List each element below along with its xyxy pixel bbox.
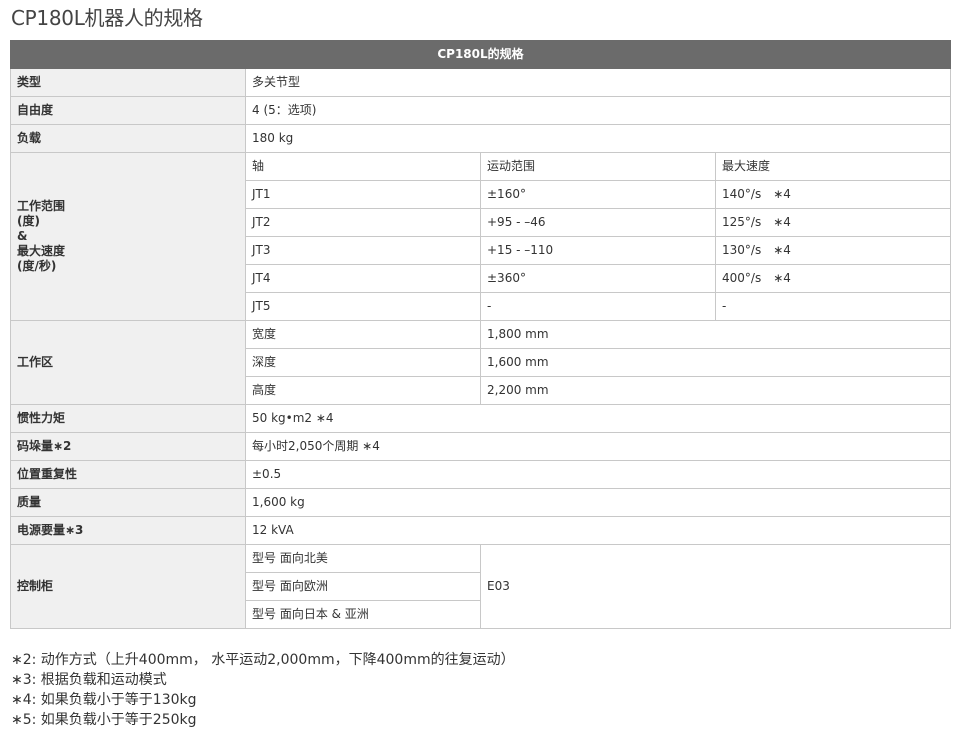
footnote: ∗2: 动作方式（上升400mm， 水平运动2,000mm，下降400mm的往复… (11, 652, 515, 668)
table-row: 工作区 宽度 1,800 mm (10, 320, 951, 405)
label-line: 最大速度 (17, 244, 66, 258)
label-line: & (17, 229, 28, 243)
speed-cell: 400°/s ∗4 (715, 264, 951, 293)
axis-cell: JT4 (245, 264, 481, 293)
workarea-value: 1,800 mm (480, 320, 951, 349)
col-header-range: 运动范围 (480, 152, 716, 181)
controller-model: 型号 面向欧洲 (245, 572, 481, 601)
row-label: 控制柜 (10, 544, 246, 629)
axis-cell: JT3 (245, 236, 481, 265)
workarea-value: 1,600 mm (480, 348, 951, 377)
row-label: 质量 (10, 488, 246, 517)
row-label: 电源要量∗3 (10, 516, 246, 545)
workarea-value: 2,200 mm (480, 376, 951, 405)
table-row: 质量 1,600 kg (10, 488, 951, 517)
label-line: (度) (17, 214, 40, 228)
range-cell: ±160° (480, 180, 716, 209)
row-label: 负载 (10, 124, 246, 153)
row-value: 4 (5：选项) (245, 96, 951, 125)
row-value: 180 kg (245, 124, 951, 153)
row-label: 工作区 (10, 320, 246, 405)
col-header-axis: 轴 (245, 152, 481, 181)
workarea-name: 深度 (245, 348, 481, 377)
table-row: 负载 180 kg (10, 124, 951, 153)
col-header-speed: 最大速度 (715, 152, 951, 181)
table-row: 电源要量∗3 12 kVA (10, 516, 951, 545)
controller-value: E03 (480, 544, 951, 629)
axis-cell: JT1 (245, 180, 481, 209)
table-row: 控制柜 型号 面向北美 E03 (10, 544, 951, 629)
axis-cell: JT2 (245, 208, 481, 237)
spec-table: CP180L的规格 类型 多关节型 自由度 4 (5：选项) 负载 180 kg… (10, 40, 951, 629)
label-line: (度/秒) (17, 259, 57, 273)
axis-cell: JT5 (245, 292, 481, 321)
table-row: 自由度 4 (5：选项) (10, 96, 951, 125)
speed-cell: 130°/s ∗4 (715, 236, 951, 265)
controller-model: 型号 面向日本 & 亚洲 (245, 600, 481, 629)
row-label: 类型 (10, 68, 246, 97)
table-row: 类型 多关节型 (10, 68, 951, 97)
row-value: 多关节型 (245, 68, 951, 97)
footnotes: ∗2: 动作方式（上升400mm， 水平运动2,000mm，下降400mm的往复… (11, 650, 515, 730)
table-header-row: CP180L的规格 (10, 40, 951, 69)
page-title: CP180L机器人的规格 (11, 6, 203, 30)
footnote: ∗4: 如果负载小于等于130kg (11, 692, 197, 708)
footnote: ∗3: 根据负载和运动模式 (11, 672, 167, 688)
row-value: 50 kg•m2 ∗4 (245, 404, 951, 433)
row-value: 每小时2,050个周期 ∗4 (245, 432, 951, 461)
workarea-name: 宽度 (245, 320, 481, 349)
row-value: 12 kVA (245, 516, 951, 545)
speed-cell: 140°/s ∗4 (715, 180, 951, 209)
range-cell: +95 - –46 (480, 208, 716, 237)
table-header: CP180L的规格 (10, 40, 951, 69)
row-value: 1,600 kg (245, 488, 951, 517)
workarea-name: 高度 (245, 376, 481, 405)
table-row: 惯性力矩 50 kg•m2 ∗4 (10, 404, 951, 433)
row-value: ±0.5 (245, 460, 951, 489)
controller-model: 型号 面向北美 (245, 544, 481, 573)
footnote: ∗5: 如果负载小于等于250kg (11, 712, 197, 728)
row-label: 码垛量∗2 (10, 432, 246, 461)
row-label: 位置重复性 (10, 460, 246, 489)
table-row: 工作范围 (度) & 最大速度 (度/秒) 轴 运动范围 最大速度 (10, 152, 951, 321)
speed-cell: 125°/s ∗4 (715, 208, 951, 237)
table-row: 位置重复性 ±0.5 (10, 460, 951, 489)
row-label: 惯性力矩 (10, 404, 246, 433)
table-row: 码垛量∗2 每小时2,050个周期 ∗4 (10, 432, 951, 461)
label-line: 工作范围 (17, 199, 66, 213)
range-cell: - (480, 292, 716, 321)
range-cell: ±360° (480, 264, 716, 293)
speed-cell: - (715, 292, 951, 321)
range-cell: +15 - –110 (480, 236, 716, 265)
range-speed-label: 工作范围 (度) & 最大速度 (度/秒) (10, 152, 246, 321)
row-label: 自由度 (10, 96, 246, 125)
